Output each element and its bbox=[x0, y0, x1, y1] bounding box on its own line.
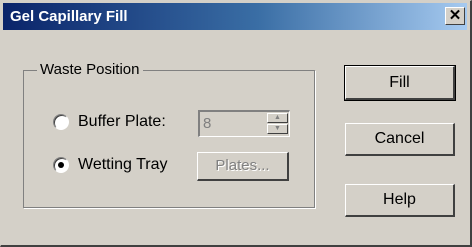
spin-up-button[interactable]: ▲ bbox=[267, 113, 288, 123]
waste-position-group bbox=[23, 70, 315, 208]
fill-button[interactable]: Fill bbox=[344, 65, 456, 101]
wetting-tray-label[interactable]: Wetting Tray bbox=[78, 156, 168, 174]
cancel-button[interactable]: Cancel bbox=[345, 123, 455, 156]
close-button[interactable]: ✕ bbox=[445, 7, 465, 25]
plates-button[interactable]: Plates... bbox=[197, 152, 289, 181]
arrow-down-icon: ▼ bbox=[274, 125, 281, 132]
radio-selected-dot bbox=[58, 162, 64, 168]
window-title: Gel Capillary Fill bbox=[10, 8, 128, 25]
buffer-plate-label[interactable]: Buffer Plate: bbox=[78, 113, 166, 131]
buffer-plate-radio[interactable] bbox=[53, 114, 69, 130]
arrow-up-icon: ▲ bbox=[274, 114, 281, 121]
title-bar[interactable]: Gel Capillary Fill ✕ bbox=[3, 3, 467, 30]
group-label: Waste Position bbox=[37, 61, 143, 78]
buffer-plate-spinner[interactable]: 8 ▲ ▼ bbox=[198, 110, 290, 137]
dialog-window: Gel Capillary Fill ✕ Waste Position Buff… bbox=[0, 0, 472, 247]
spin-down-button[interactable]: ▼ bbox=[267, 124, 288, 134]
wetting-tray-radio[interactable] bbox=[53, 157, 69, 173]
close-icon: ✕ bbox=[448, 7, 462, 24]
buffer-plate-value: 8 bbox=[203, 115, 212, 132]
spinner-buttons: ▲ ▼ bbox=[267, 113, 288, 134]
help-button[interactable]: Help bbox=[345, 184, 455, 217]
